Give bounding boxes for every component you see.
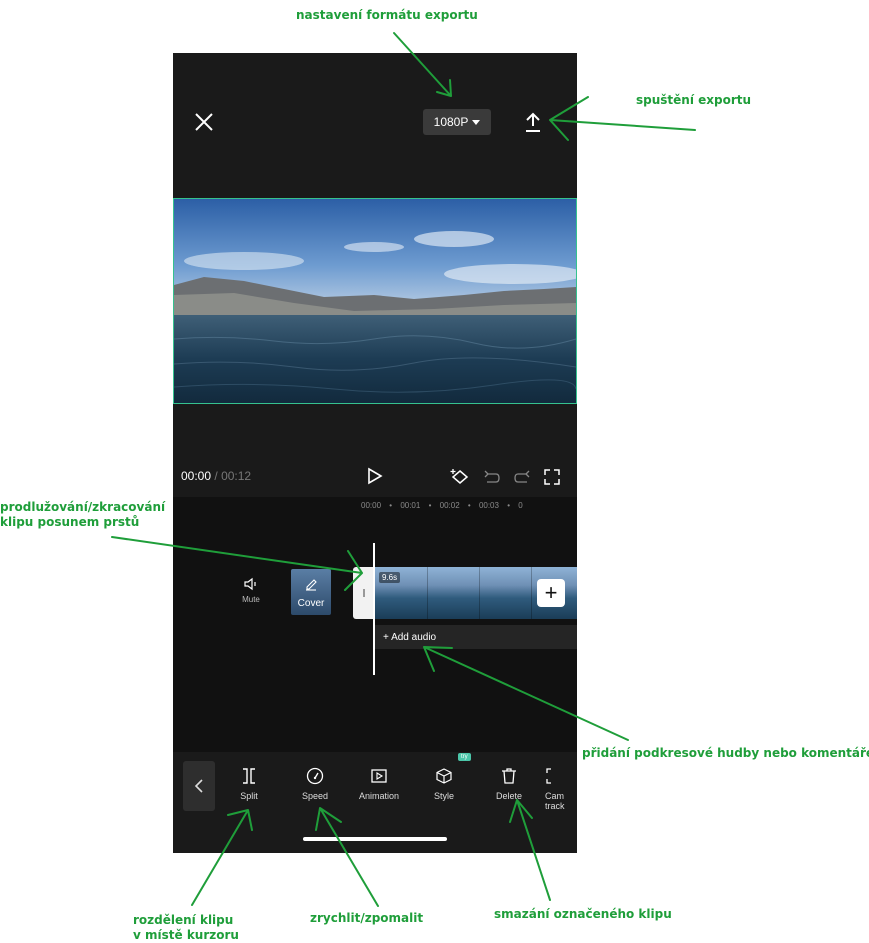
arrow-trim: [111, 536, 363, 591]
arrow-delete: [509, 799, 551, 901]
arrow-export-format: [393, 32, 452, 97]
arrow-add-audio: [423, 646, 629, 741]
arrow-speed: [315, 807, 379, 907]
annotation-arrows: [111, 32, 696, 907]
arrow-export-start: [549, 96, 696, 141]
arrow-split: [191, 809, 253, 906]
